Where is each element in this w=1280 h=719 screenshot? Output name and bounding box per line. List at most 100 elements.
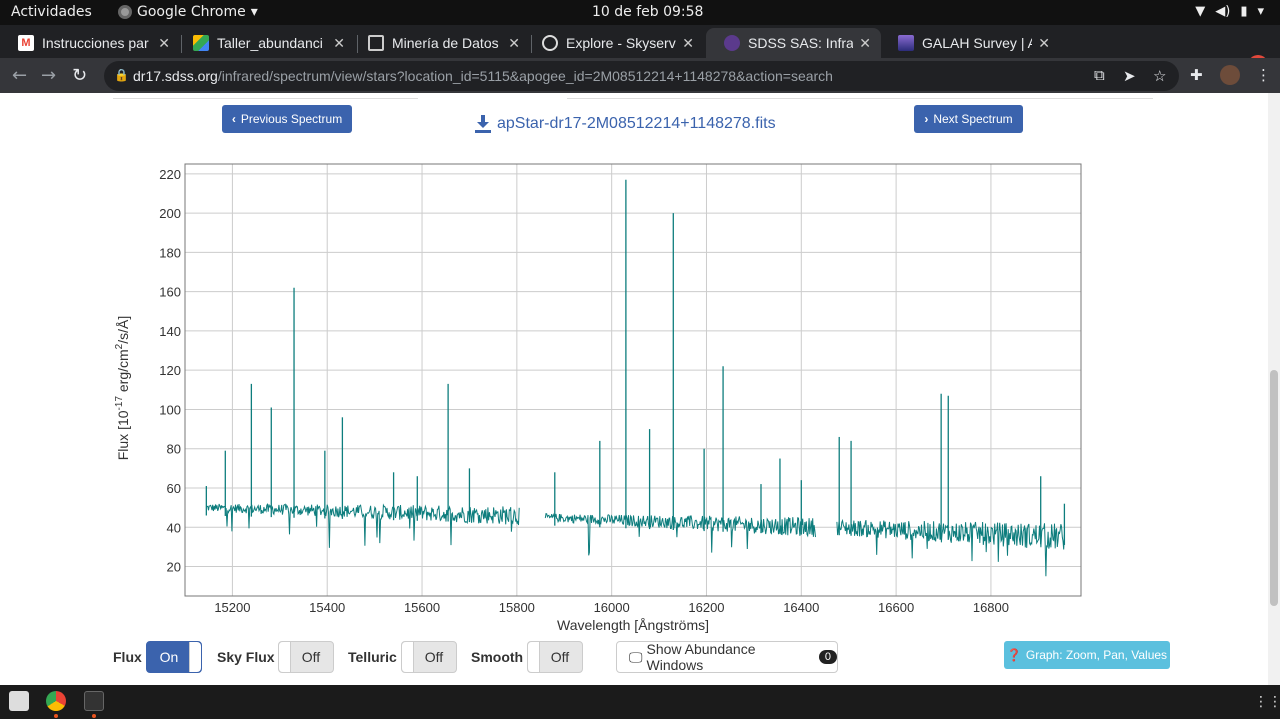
- tab-taller[interactable]: Taller_abundanci ✕: [175, 28, 355, 58]
- close-icon[interactable]: ✕: [682, 35, 694, 52]
- next-spectrum-label: Next Spectrum: [933, 112, 1013, 126]
- tab-mineria[interactable]: Minería de Datos ✕: [350, 28, 530, 58]
- tab-skyserver[interactable]: Explore - Skyserve ✕: [524, 28, 704, 58]
- fits-filename: apStar-dr17-2M08512214+1148278.fits: [497, 115, 776, 132]
- spectrum-chart[interactable]: 15200 15400 15600 15800 16000 16200 16400 16600…: [0, 156, 1268, 636]
- tab-title: Minería de Datos: [392, 35, 499, 51]
- y-tick-label: 220: [159, 167, 181, 182]
- y-label-exp: -17: [114, 396, 125, 411]
- forward-icon[interactable]: →: [41, 65, 56, 86]
- chevron-left-icon: ‹: [231, 112, 236, 126]
- spectrum-segment: [206, 502, 520, 548]
- scrollbar-thumb[interactable]: [1270, 370, 1278, 606]
- classroom-icon: [368, 35, 384, 51]
- tab-divider: [567, 98, 1153, 99]
- tab-title: GALAH Survey | A: [922, 35, 1033, 51]
- flux-toggle[interactable]: On: [146, 641, 202, 673]
- x-tick-label: 16600: [878, 600, 914, 615]
- smooth-label: Smooth: [471, 649, 524, 665]
- terminal-icon[interactable]: [84, 691, 104, 711]
- activities-button[interactable]: Actividades: [11, 4, 92, 20]
- x-tick-label: 15200: [214, 600, 250, 615]
- wifi-icon: ▼: [1195, 4, 1206, 19]
- y-tick-label: 140: [159, 324, 181, 339]
- address-bar[interactable]: 🔒 dr17.sdss.org/infrared/spectrum/view/s…: [104, 61, 1179, 91]
- tab-sdss-sas[interactable]: SDSS SAS: Infrare ✕: [706, 28, 881, 58]
- telluric-label: Telluric: [348, 649, 397, 665]
- y-tick-label: 40: [167, 520, 181, 535]
- extensions-icon[interactable]: ✚: [1190, 66, 1203, 84]
- sky-flux-toggle[interactable]: Off: [278, 641, 334, 673]
- page-content: ‹ Previous Spectrum apStar-dr17-2M085122…: [0, 93, 1268, 685]
- smooth-toggle[interactable]: Off: [527, 641, 583, 673]
- abundance-windows-label: Show Abundance Windows: [646, 641, 756, 673]
- close-icon[interactable]: ✕: [1038, 35, 1050, 52]
- smooth-toggle-state: Off: [550, 649, 570, 665]
- back-icon[interactable]: ←: [12, 65, 27, 86]
- sdss-icon: [724, 35, 740, 51]
- abundance-windows-button[interactable]: 🖵 Show Abundance Windows 0: [616, 641, 838, 673]
- tab-title: Instrucciones par: [42, 35, 149, 51]
- tab-instrucciones[interactable]: M Instrucciones par ✕: [0, 28, 180, 58]
- close-icon[interactable]: ✕: [158, 35, 170, 52]
- fits-download-link[interactable]: apStar-dr17-2M08512214+1148278.fits: [475, 115, 776, 133]
- download-icon: [475, 115, 491, 133]
- x-tick-label: 16000: [594, 600, 630, 615]
- chrome-icon: [118, 5, 132, 19]
- x-tick-label: 16800: [973, 600, 1009, 615]
- next-spectrum-button[interactable]: › Next Spectrum: [914, 105, 1023, 133]
- files-icon[interactable]: [9, 691, 29, 711]
- globe-icon: [542, 35, 558, 51]
- system-tray[interactable]: ▼ ◀) ▮ ▾: [1195, 4, 1264, 19]
- sky-flux-toggle-state: Off: [301, 649, 321, 665]
- graph-help-button[interactable]: ❓ Graph: Zoom, Pan, Values: [1004, 641, 1170, 669]
- x-tick-label: 15400: [309, 600, 345, 615]
- page-scrollbar[interactable]: [1268, 93, 1280, 685]
- spectrum-segment: [544, 512, 816, 556]
- y-tick-label: 180: [159, 245, 181, 260]
- abundance-count-badge: 0: [818, 650, 837, 664]
- x-tick-label: 15600: [404, 600, 440, 615]
- x-tick-label: 16400: [783, 600, 819, 615]
- tab-divider: [113, 98, 418, 99]
- lock-icon[interactable]: 🔒: [114, 68, 129, 82]
- y-label-mid: erg/cm: [115, 349, 131, 396]
- close-icon[interactable]: ✕: [508, 35, 520, 52]
- telluric-toggle[interactable]: Off: [401, 641, 457, 673]
- app-grid-icon[interactable]: ⋮⋮: [1254, 694, 1280, 710]
- chrome-dock-icon[interactable]: [46, 691, 66, 711]
- x-tick-label: 15800: [499, 600, 535, 615]
- flux-label: Flux: [113, 649, 142, 665]
- y-tick-label: 160: [159, 285, 181, 300]
- monitor-icon: 🖵: [629, 648, 643, 665]
- close-icon[interactable]: ✕: [859, 35, 871, 52]
- more-menu-icon[interactable]: ⋮: [1256, 66, 1271, 84]
- toggle-handle[interactable]: [189, 642, 201, 672]
- sky-flux-label: Sky Flux: [217, 649, 275, 665]
- url-text[interactable]: dr17.sdss.org/infrared/spectrum/view/sta…: [133, 68, 833, 84]
- chevron-right-icon: ›: [924, 112, 929, 126]
- close-icon[interactable]: ✕: [333, 35, 345, 52]
- y-tick-label: 80: [167, 442, 181, 457]
- chevron-down-icon: ▾: [250, 4, 258, 20]
- bookmark-star-icon[interactable]: ☆: [1153, 67, 1166, 85]
- send-icon[interactable]: ➤: [1123, 67, 1136, 85]
- avatar[interactable]: [1220, 65, 1240, 85]
- taskbar: ⋮⋮: [0, 685, 1280, 719]
- tab-title: SDSS SAS: Infrare: [748, 35, 854, 51]
- galah-icon: [898, 35, 914, 51]
- menu-caret-icon: ▾: [1257, 4, 1264, 19]
- clock[interactable]: 10 de feb 09:58: [592, 4, 703, 20]
- tab-galah[interactable]: GALAH Survey | A ✕: [880, 28, 1060, 58]
- y-axis-label: Flux [10-17 erg/cm2/s/Å]: [114, 316, 131, 461]
- plot-frame: [184, 163, 1082, 597]
- spectrum-segment: [836, 518, 1065, 577]
- translate-icon[interactable]: ⧉: [1094, 67, 1105, 84]
- previous-spectrum-button[interactable]: ‹ Previous Spectrum: [222, 105, 352, 133]
- flux-toggle-state: On: [159, 649, 179, 665]
- app-menu[interactable]: Google Chrome ▾: [118, 4, 258, 20]
- tab-strip: M Instrucciones par ✕ Taller_abundanci ✕…: [0, 25, 1280, 80]
- drive-icon: [193, 35, 209, 51]
- reload-icon[interactable]: ↻: [72, 65, 87, 86]
- gmail-icon: M: [18, 35, 34, 51]
